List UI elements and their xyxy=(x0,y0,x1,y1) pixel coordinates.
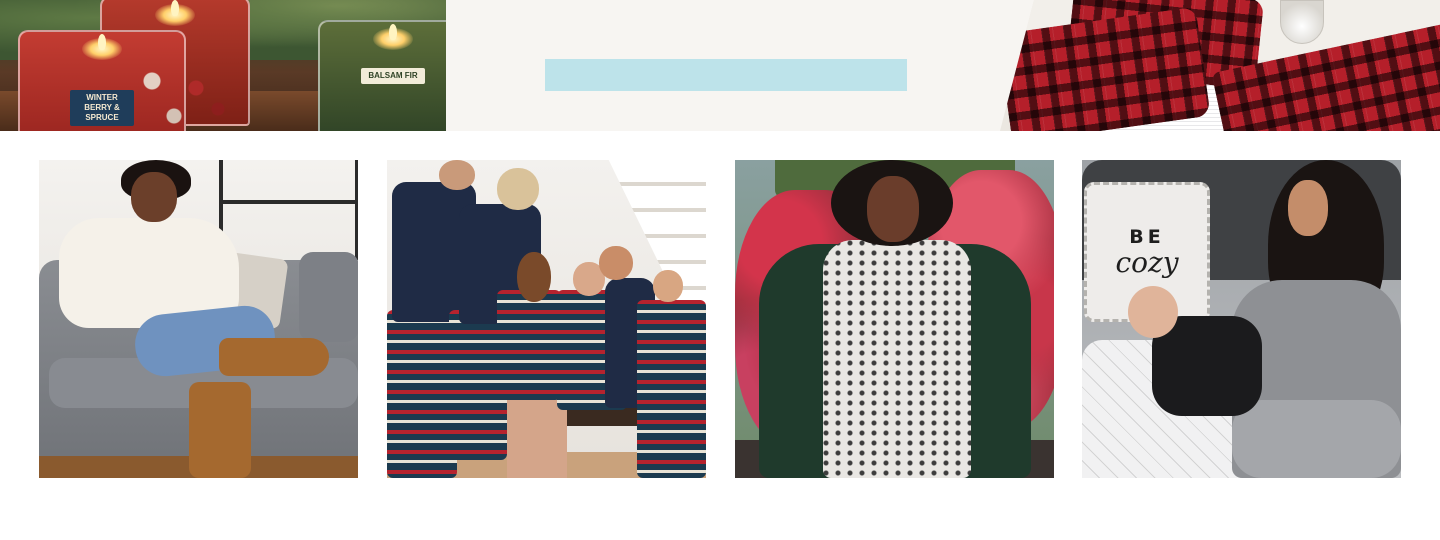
boot xyxy=(189,382,251,478)
berries-decoration xyxy=(130,60,240,130)
face xyxy=(599,246,633,280)
hair xyxy=(497,168,539,210)
staircase-scene xyxy=(387,160,706,478)
pajama-child xyxy=(637,300,706,478)
face xyxy=(867,176,919,242)
photo-cards-row: BE cozy xyxy=(39,160,1401,478)
face xyxy=(131,172,177,222)
shelf xyxy=(219,160,358,260)
promo-banner[interactable]: WINTER BERRY & SPRUCE BALSAM FIR xyxy=(0,0,1440,131)
pillow-text-line1: BE xyxy=(1129,226,1165,248)
leopard-print-dress xyxy=(823,240,971,478)
candles-image: WINTER BERRY & SPRUCE BALSAM FIR xyxy=(0,0,480,131)
pajama-child xyxy=(497,290,561,400)
family-pajamas-photo[interactable] xyxy=(387,160,706,478)
face xyxy=(1288,180,1328,236)
hair xyxy=(517,252,551,302)
plaid-bedding-image xyxy=(1000,0,1440,131)
candle-label: WINTER BERRY & SPRUCE xyxy=(70,90,134,126)
living-room-scene xyxy=(39,160,358,478)
gray-pajama-pants xyxy=(1232,400,1401,478)
candle-label: BALSAM FIR xyxy=(361,68,425,84)
page: WINTER BERRY & SPRUCE BALSAM FIR BE cozy xyxy=(0,0,1440,540)
sofa-cushion xyxy=(299,252,358,342)
pillow-text-line2: cozy xyxy=(1115,246,1179,279)
nursery-scene: BE cozy xyxy=(1082,160,1401,478)
woman-on-sofa-photo[interactable] xyxy=(39,160,358,478)
face xyxy=(439,160,475,190)
face xyxy=(653,270,683,302)
lamp-icon xyxy=(1280,0,1324,44)
boot xyxy=(219,338,329,376)
pajama-pants xyxy=(387,310,457,478)
baby-face xyxy=(1128,286,1178,338)
woman-red-foliage-photo[interactable] xyxy=(735,160,1054,478)
outdoor-scene xyxy=(735,160,1054,478)
banner-placeholder-bar[interactable] xyxy=(545,59,907,91)
mother-baby-photo[interactable]: BE cozy xyxy=(1082,160,1401,478)
